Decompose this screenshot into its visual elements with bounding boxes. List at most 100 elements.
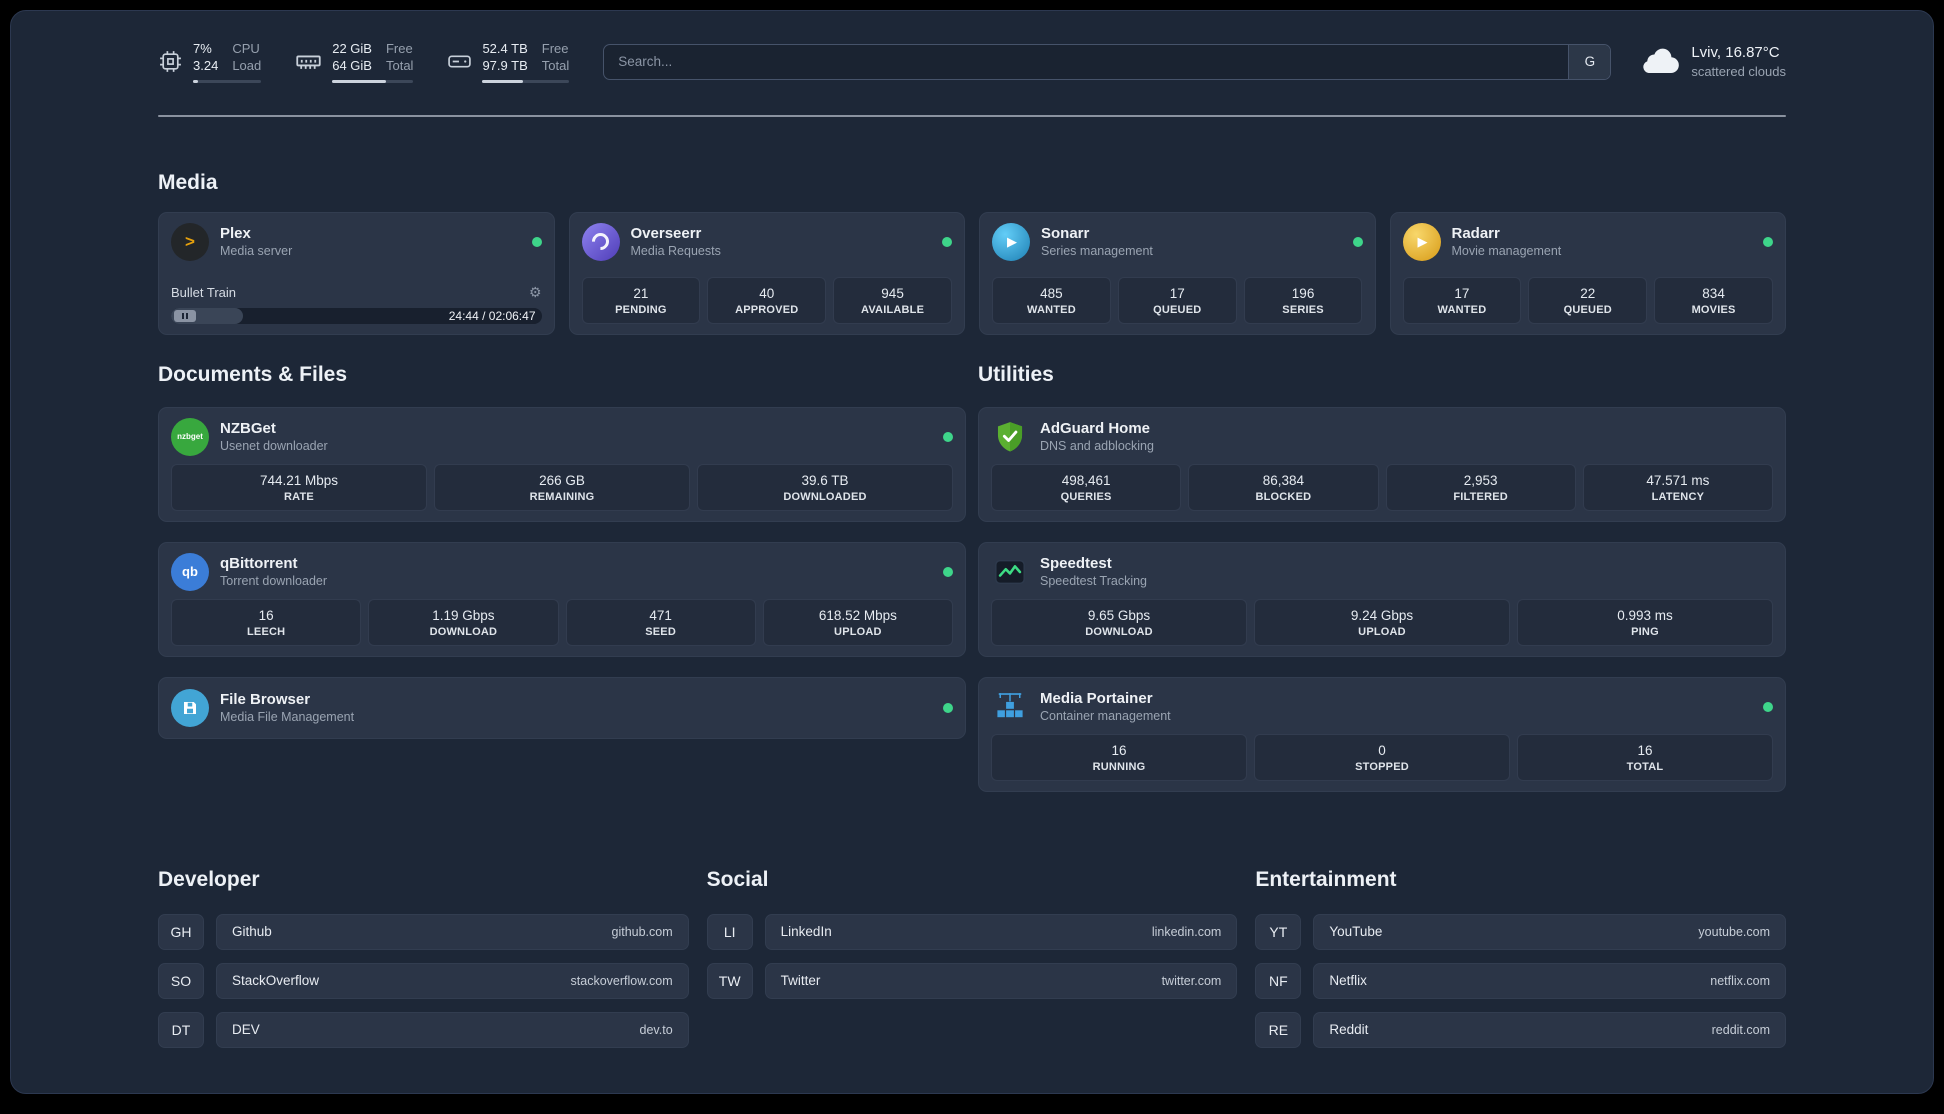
stat-tile: 22 QUEUED — [1528, 276, 1648, 324]
bookmark-row: DT DEV dev.to — [158, 1011, 689, 1048]
service-subtitle: Series management — [1041, 244, 1153, 259]
service-subtitle: Torrent downloader — [220, 574, 328, 589]
service-name: Radarr — [1451, 225, 1500, 243]
bookmark-row: GH Github github.com — [158, 913, 689, 950]
bookmark-abbr-twitter[interactable]: TW — [706, 962, 753, 999]
settings-icon[interactable]: ⚙ — [529, 284, 542, 301]
bookmark-linkedin[interactable]: LinkedIn linkedin.com — [764, 913, 1238, 950]
memory-widget: 22 GiB 64 GiB Free Total — [295, 41, 414, 83]
status-dot — [942, 236, 952, 247]
bookmark-abbr-youtube[interactable]: YT — [1255, 913, 1302, 950]
bookmark-abbr-dev[interactable]: DT — [158, 1011, 204, 1048]
status-dot — [1352, 236, 1363, 247]
stat-tile: 16 RUNNING — [991, 733, 1247, 781]
stat-tile: 834 MOVIES — [1654, 276, 1773, 324]
service-card-sonarr[interactable]: ▶ Sonarr Series management 485 WANTED 17… — [979, 211, 1376, 335]
service-card-qbittorrent[interactable]: qb qBittorrent Torrent downloader 16 LEE… — [158, 541, 966, 657]
service-name: Sonarr — [1041, 225, 1090, 243]
service-card-overseerr[interactable]: Overseerr Media Requests 21 PENDING 40 A… — [568, 211, 965, 335]
speedtest-icon — [991, 553, 1029, 591]
weather-widget: Lviv, 16.87°C scattered clouds — [1639, 43, 1786, 81]
stat-tile: 40 APPROVED — [707, 276, 827, 324]
service-subtitle: Movie management — [1451, 244, 1562, 259]
bookmark-netflix[interactable]: Netflix netflix.com — [1313, 962, 1786, 999]
stat-tile: 498,461 QUERIES — [991, 463, 1182, 511]
service-name: Media Portainer — [1040, 690, 1153, 708]
service-name: AdGuard Home — [1040, 420, 1151, 438]
stat-tile: 1.19 Gbps DOWNLOAD — [368, 598, 559, 646]
bookmark-youtube[interactable]: YouTube youtube.com — [1313, 913, 1786, 950]
bookmark-reddit[interactable]: Reddit reddit.com — [1313, 1011, 1786, 1048]
memory-label-1: Free — [385, 41, 413, 56]
stat-tile: 86,384 BLOCKED — [1188, 463, 1379, 511]
service-subtitle: Container management — [1040, 709, 1171, 724]
bookmark-abbr-reddit[interactable]: RE — [1255, 1011, 1302, 1048]
service-name: File Browser — [220, 691, 311, 709]
adguard-icon — [991, 418, 1029, 456]
disk-free: 52.4 TB — [482, 41, 528, 56]
service-subtitle: Media Requests — [630, 244, 721, 259]
service-subtitle: Usenet downloader — [220, 439, 328, 454]
stat-tile: 2,953 FILTERED — [1385, 463, 1576, 511]
cpu-percent: 7% — [193, 41, 212, 56]
stat-tile: 39.6 TB DOWNLOADED — [697, 463, 953, 511]
weather-condition: scattered clouds — [1691, 64, 1786, 80]
service-name: Overseerr — [630, 225, 702, 243]
bookmark-dev[interactable]: DEV dev.to — [216, 1011, 689, 1048]
service-card-radarr[interactable]: ▶ Radarr Movie management 17 WANTED 22 Q… — [1389, 211, 1786, 335]
bookmark-abbr-stackoverflow[interactable]: SO — [158, 962, 204, 999]
stat-tile: 47.571 ms LATENCY — [1582, 463, 1773, 511]
search-provider-button[interactable]: G — [1568, 44, 1611, 79]
service-card-speedtest[interactable]: Speedtest Speedtest Tracking 9.65 Gbps D… — [978, 541, 1786, 657]
status-dot — [531, 236, 542, 247]
cpu-usage-bar — [193, 79, 262, 83]
pause-button[interactable] — [174, 309, 196, 322]
bookmark-row: RE Reddit reddit.com — [1255, 1011, 1786, 1048]
bookmark-github[interactable]: Github github.com — [216, 913, 689, 950]
stat-tile: 618.52 Mbps UPLOAD — [762, 598, 953, 646]
service-card-filebrowser[interactable]: File Browser Media File Management — [158, 676, 966, 739]
section-title-media: Media — [158, 170, 218, 194]
cpu-widget: 7% 3.24 CPU Load — [158, 41, 262, 83]
stat-tile: 744.21 Mbps RATE — [171, 463, 427, 511]
bookmark-abbr-netflix[interactable]: NF — [1255, 962, 1302, 999]
service-card-nzbget[interactable]: nzbget NZBGet Usenet downloader 744.21 M… — [158, 406, 966, 522]
section-utilities: Utilities AdGuard Home DNS and adblockin… — [978, 363, 1786, 812]
dashboard-window: 7% 3.24 CPU Load 22 GiB 64 GiB Free Tota… — [10, 10, 1934, 1094]
stat-tile: 9.24 Gbps UPLOAD — [1254, 598, 1510, 646]
disk-usage-bar — [482, 79, 570, 83]
memory-label-2: Total — [385, 57, 414, 73]
service-card-portainer[interactable]: Media Portainer Container management 16 … — [978, 676, 1786, 792]
status-dot — [943, 566, 953, 577]
stat-tile: 17 QUEUED — [1117, 276, 1237, 324]
memory-icon — [295, 48, 322, 75]
memory-usage-bar — [332, 79, 414, 83]
filebrowser-icon — [171, 688, 209, 727]
service-subtitle: Media File Management — [220, 710, 355, 725]
bookmark-abbr-linkedin[interactable]: LI — [706, 913, 753, 950]
nzbget-icon: nzbget — [171, 417, 209, 456]
search-input[interactable] — [604, 44, 1569, 79]
stat-tile: 945 AVAILABLE — [833, 276, 952, 324]
disk-label-1: Free — [541, 41, 569, 56]
disk-icon — [447, 49, 472, 74]
status-dot — [1763, 701, 1773, 712]
service-card-adguard[interactable]: AdGuard Home DNS and adblocking 498,461 … — [978, 406, 1786, 522]
now-playing-widget: Bullet Train ⚙ 24:44 / 02:06:47 — [171, 284, 542, 324]
bookmark-row: TW Twitter twitter.com — [706, 962, 1238, 999]
section-title-social: Social — [706, 867, 769, 891]
disk-total: 97.9 TB — [482, 57, 528, 73]
bookmark-twitter[interactable]: Twitter twitter.com — [764, 962, 1238, 999]
cpu-label-1: CPU — [232, 41, 260, 56]
stat-tile: 266 GB REMAINING — [434, 463, 690, 511]
bookmark-stackoverflow[interactable]: StackOverflow stackoverflow.com — [216, 962, 689, 999]
bookmark-abbr-github[interactable]: GH — [158, 913, 204, 950]
service-subtitle: Speedtest Tracking — [1040, 574, 1148, 589]
section-title-developer: Developer — [158, 867, 260, 891]
section-title-entertainment: Entertainment — [1255, 867, 1397, 891]
overseerr-icon — [581, 222, 620, 261]
disk-label-2: Total — [541, 57, 570, 73]
service-card-plex[interactable]: > Plex Media server Bullet Train ⚙ 24:44… — [158, 211, 555, 335]
stat-tile: 16 TOTAL — [1517, 733, 1773, 781]
stat-tile: 196 SERIES — [1243, 276, 1363, 324]
